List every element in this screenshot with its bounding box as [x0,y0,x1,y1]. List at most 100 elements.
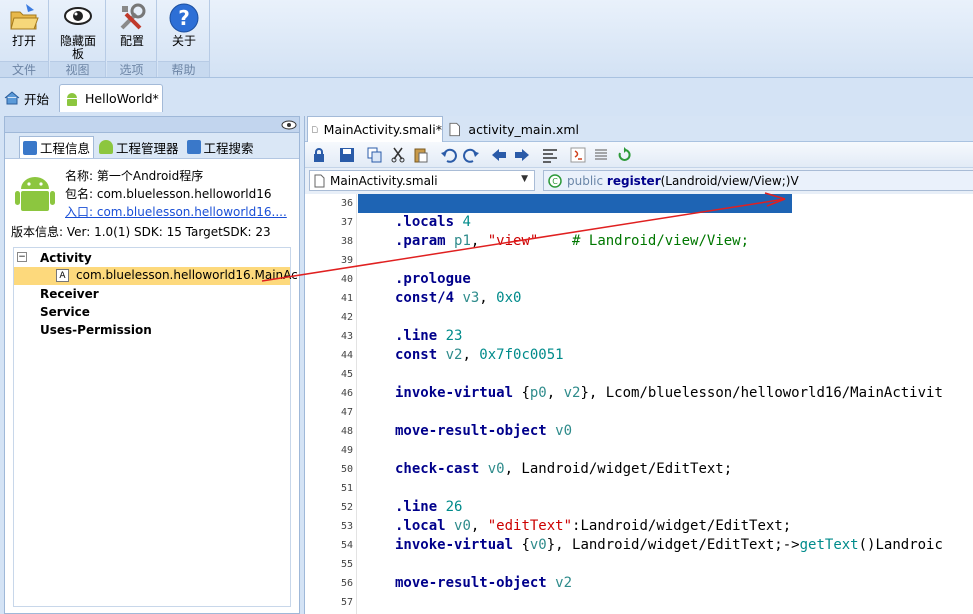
code-line: invoke-virtual {p0, v2}, Lcom/bluelesson… [395,384,943,403]
group-file: 打开 文件 [0,0,49,77]
tab-mainactivity-smali-label: MainActivity.smali* [323,122,442,137]
line-number: 49 [340,445,353,456]
code-token: .line [395,499,446,515]
code-token: v0 [529,537,547,553]
refresh-icon[interactable] [616,147,632,163]
group-view: 隐藏面板 视图 [50,0,106,77]
tab-project-info[interactable]: 工程信息 [19,136,95,158]
code-line: .prologue [395,270,471,289]
code-line: .line 23 [395,327,462,346]
code-token: .prologue [395,271,471,287]
line-number: 52 [340,502,353,513]
eye-icon[interactable] [281,119,297,131]
tree-node-receiver[interactable]: Receiver [40,287,99,301]
code-token: , [479,290,497,306]
code-token: }, Landroid/widget/EditText;-> [546,537,800,553]
code-line: .local v0, "editText":Landroid/widget/Ed… [395,517,791,536]
code-token: 4 [462,214,471,230]
tab-activity-main-xml[interactable]: activity_main.xml [449,116,579,142]
paste-icon[interactable] [413,147,429,163]
tree-node-activity[interactable]: Activity [40,251,92,265]
list-icon[interactable] [593,147,609,163]
config-button[interactable]: 配置 [109,0,155,60]
code-editor: MainActivity.smali* activity_main.xml Ma… [304,116,973,614]
tree-node-service[interactable]: Service [40,305,90,319]
copy-icon[interactable] [367,147,383,163]
folder-open-icon [10,4,39,30]
line-number-gutter: 36 37 38 39 40 41 42 43 44 45 46 47 48 4… [305,194,357,614]
redo-icon[interactable] [463,147,479,163]
tab-project-search[interactable]: 工程搜索 [184,136,257,158]
file-select[interactable]: MainActivity.smali ▼ [309,170,535,191]
eye-icon [64,7,92,25]
line-number: 50 [340,464,353,475]
code-token: v2 [563,385,581,401]
code-token: v2 [555,575,573,591]
line-number: 54 [340,540,353,551]
app-package: 包名: com.bluelesson.helloworld16 [65,187,272,201]
info-icon [23,140,37,155]
save-icon[interactable] [339,147,355,163]
open-button[interactable]: 打开 [1,0,47,60]
java-icon[interactable] [570,147,586,163]
format-icon[interactable] [542,147,558,163]
app-name: 名称: 第一个Android程序 [65,169,204,183]
tab-helloworld-label: HelloWorld* [85,91,159,106]
line-number: 53 [340,521,353,532]
code-token: move-result-object [395,423,556,439]
line-number: 39 [340,255,353,266]
code-line: move-result-object v0 [395,422,572,441]
line-number: 40 [340,274,353,285]
search-icon [186,140,201,154]
manifest-tree: − Activity A com.bluelesson.helloworld16… [13,247,298,607]
undo-icon[interactable] [441,147,457,163]
cut-icon[interactable] [390,147,406,163]
left-panel-tabs: 工程信息 工程管理器 工程搜索 [5,133,299,159]
tree-node-uses-permission[interactable]: Uses-Permission [40,323,152,337]
line-number: 55 [340,559,353,570]
code-comment: # Landroid/view/View; [538,233,750,249]
code-token: "editText" [487,518,573,534]
tab-mainactivity-smali[interactable]: MainActivity.smali* [307,116,443,142]
file-select-value: MainActivity.smali [330,173,438,188]
code-token: .param [395,233,455,249]
tab-project-manager[interactable]: 工程管理器 [96,136,182,158]
app-entry-link[interactable]: 入口: com.bluelesson.helloworld16.... [65,203,287,220]
code-token: { [521,385,530,401]
code-token: 26 [445,499,463,515]
help-icon: ? [169,3,199,33]
forward-arrow-icon[interactable] [514,147,530,163]
code-token: 23 [445,328,463,344]
hide-panel-button[interactable]: 隐藏面板 [55,0,101,61]
tree-item-main-activity[interactable]: A com.bluelesson.helloworld16.MainAc [14,267,298,285]
code-token: v2 [445,347,463,363]
hide-panel-label: 隐藏面板 [59,34,96,61]
tab-activity-main-xml-label: activity_main.xml [468,121,579,137]
line-number: 44 [340,350,353,361]
chevron-down-icon: ▼ [521,174,528,184]
code-token: 0x0 [496,290,522,306]
tree-collapse-toggle[interactable]: − [17,252,27,262]
line-number: 47 [340,407,353,418]
code-token: check-cast [395,461,488,477]
code-token: v0 [487,461,505,477]
about-button[interactable]: ? 关于 [161,0,207,60]
svg-text:C: C [552,177,558,186]
line-number: 36 [340,198,353,209]
app-version: 版本信息: Ver: 1.0(1) SDK: 15 TargetSDK: 23 [11,225,271,239]
lock-icon[interactable] [311,147,327,163]
tab-project-info-label: 工程信息 [40,141,91,156]
line-number: 45 [340,369,353,380]
app-info: 名称: 第一个Android程序 包名: com.bluelesson.hell… [5,159,299,251]
file-icon [449,122,460,136]
tab-project-manager-label: 工程管理器 [116,140,179,156]
tab-helloworld[interactable]: HelloWorld* [59,84,163,112]
method-select[interactable]: C public register (Landroid/view/View;)V [543,170,973,191]
line-number: 51 [340,483,353,494]
back-arrow-icon[interactable] [491,147,507,163]
left-panel-header [5,117,299,133]
code-area[interactable]: 36 37 38 39 40 41 42 43 44 45 46 47 48 4… [305,194,973,614]
tab-start[interactable]: 开始 [4,84,56,112]
method-select-prefix: public [567,173,607,188]
file-icon [312,126,318,133]
